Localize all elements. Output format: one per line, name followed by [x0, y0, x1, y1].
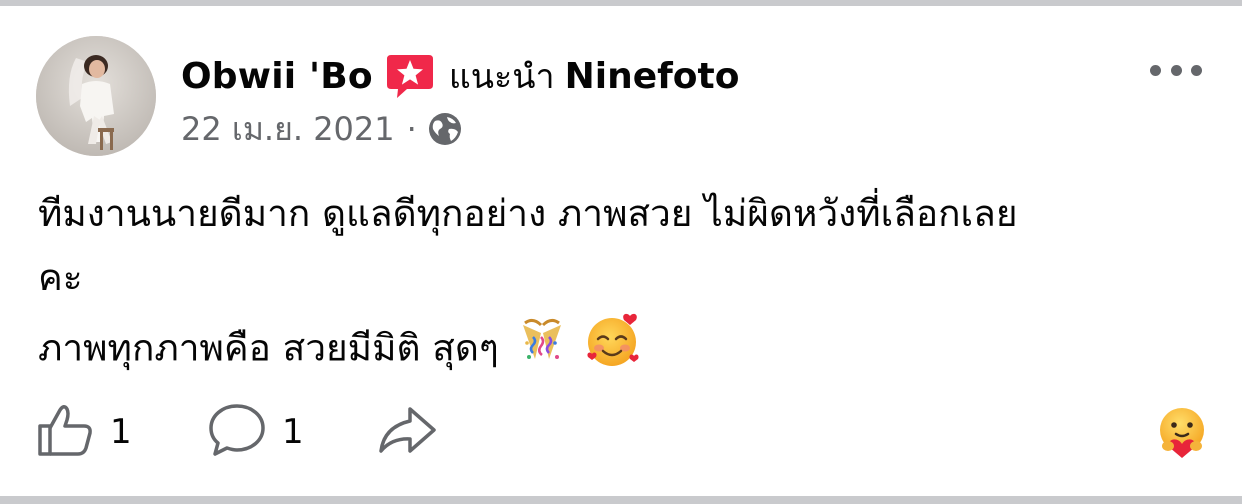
share-button[interactable] [376, 400, 438, 464]
post-action-bar: 1 1 [0, 400, 1242, 464]
like-button[interactable]: 1 [36, 400, 132, 464]
more-dot-icon [1150, 64, 1161, 76]
avatar-photo [36, 36, 156, 156]
more-dot-icon [1191, 64, 1202, 76]
comment-button[interactable]: 1 [206, 400, 304, 464]
recommendation-star-icon [385, 51, 435, 101]
like-count: 1 [110, 412, 132, 452]
more-options-button[interactable] [1150, 58, 1202, 82]
thumbs-up-icon [36, 402, 96, 462]
post-date[interactable]: 22 เม.ย. 2021 [181, 104, 395, 155]
meta-separator: · [406, 110, 417, 148]
post-text-line-with-emoji: ภาพทุกภาพคือ สวยมีมิติ สุดๆ [38, 310, 1218, 374]
post-text-segment: ภาพทุกภาพคือ สวยมีมิติ สุดๆ [38, 326, 499, 370]
comment-bubble-icon [206, 401, 268, 463]
post-text-line: ทีมงานนายดีมาก ดูแลดีทุกอย่าง ภาพสวย ไม่… [38, 192, 1018, 235]
post-meta: 22 เม.ย. 2021 · [181, 106, 463, 152]
post-body: ทีมงานนายดีมาก ดูแลดีทุกอย่าง ภาพสวย ไม่… [38, 182, 1218, 374]
bottom-border [0, 496, 1242, 504]
post-header: Obwii 'Bo แนะนำ Ninefoto [181, 50, 739, 102]
more-dot-icon [1170, 64, 1182, 76]
author-avatar[interactable] [36, 36, 156, 156]
comment-count: 1 [282, 412, 304, 452]
recommended-page-name[interactable]: Ninefoto [565, 56, 740, 97]
globe-icon[interactable] [427, 111, 463, 147]
care-reaction-icon[interactable] [1154, 404, 1210, 460]
post-text-line: คะ [38, 256, 83, 299]
party-popper-icon [515, 313, 569, 387]
author-name[interactable]: Obwii 'Bo [181, 56, 373, 97]
smiling-face-with-hearts-icon [584, 310, 644, 390]
review-post-card: Obwii 'Bo แนะนำ Ninefoto 22 เม.ย. 2021 · [0, 6, 1242, 496]
share-icon [376, 403, 438, 461]
recommends-label: แนะนำ [448, 57, 555, 97]
